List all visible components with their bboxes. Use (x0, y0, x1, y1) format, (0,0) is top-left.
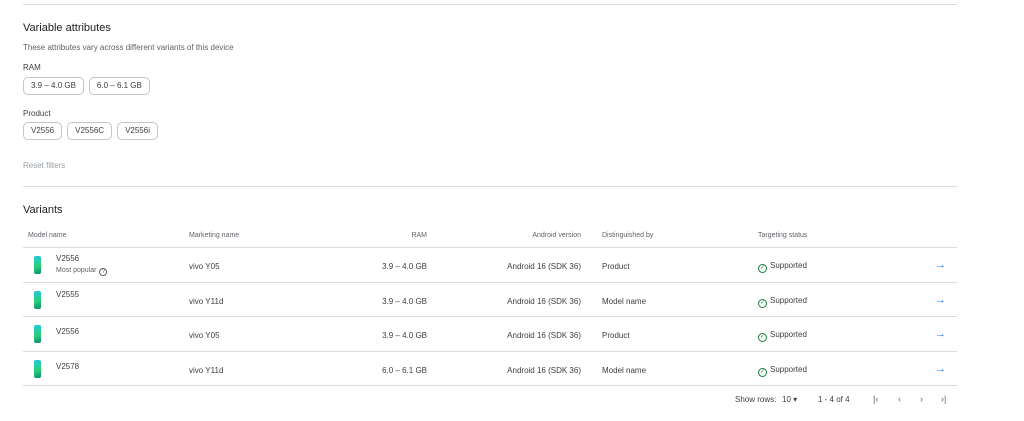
distinguished-by: Product (602, 331, 630, 340)
ram-chips: 3.9 – 4.0 GB 6.0 – 6.1 GB (23, 77, 150, 95)
table-row[interactable]: V2578 vivo Y11d 6.0 – 6.1 GB Android 16 … (23, 352, 957, 386)
column-header-model-name[interactable]: Model name (28, 232, 67, 239)
reset-filters-button[interactable]: Reset filters (23, 161, 65, 170)
chevron-down-icon: ▾ (793, 395, 798, 404)
marketing-name: vivo Y05 (189, 331, 220, 340)
marketing-name: vivo Y11d (189, 296, 224, 306)
status-text: Supported (770, 330, 807, 339)
arrow-right-icon[interactable]: → (935, 363, 946, 375)
table-row[interactable]: V2556 Most popular? vivo Y05 3.9 – 4.0 G… (23, 248, 957, 283)
phone-thumbnail (34, 256, 41, 274)
model-name: V2578 (56, 361, 80, 371)
status-text: Supported (770, 364, 807, 374)
android-version: Android 16 (SDK 36) (507, 365, 581, 375)
most-popular-label: Most popular? (56, 267, 108, 276)
table-header: Model name Marketing name RAM Android ve… (23, 226, 957, 248)
arrow-right-icon[interactable]: → (935, 328, 946, 340)
section-divider (23, 186, 957, 187)
rows-per-page-select[interactable]: 10 ▾ (782, 395, 797, 404)
previous-page-icon[interactable]: ‹ (898, 394, 901, 404)
phone-thumbnail (34, 290, 41, 309)
most-popular-text: Most popular (56, 267, 97, 274)
ram-value: 3.9 – 4.0 GB (382, 331, 427, 340)
ram-chip[interactable]: 6.0 – 6.1 GB (88, 77, 150, 95)
ram-value: 6.0 – 6.1 GB (382, 365, 427, 375)
status-text: Supported (770, 261, 807, 270)
ram-label: RAM (23, 63, 41, 72)
show-rows-label: Show rows: (735, 395, 777, 404)
arrow-right-icon[interactable]: → (935, 294, 946, 306)
check-circle-icon: ✓ (758, 333, 767, 342)
variants-title: Variants (23, 204, 63, 216)
model-name: V2555 (56, 289, 80, 299)
check-circle-icon: ✓ (758, 298, 767, 308)
android-version: Android 16 (SDK 36) (507, 331, 581, 340)
status-text: Supported (770, 295, 807, 305)
next-page-icon[interactable]: › (920, 394, 923, 404)
phone-thumbnail (34, 325, 41, 343)
product-chips: V2556 V2556C V2556i (23, 122, 158, 140)
check-circle-icon: ✓ (758, 367, 767, 377)
arrow-right-icon[interactable]: → (935, 259, 946, 271)
check-circle-icon: ✓ (758, 264, 767, 273)
product-label: Product (23, 109, 51, 118)
variable-attributes-title: Variable attributes (23, 22, 111, 34)
product-chip[interactable]: V2556 (23, 122, 63, 140)
top-divider (23, 4, 957, 5)
product-chip[interactable]: V2556i (117, 122, 158, 140)
product-chip[interactable]: V2556C (67, 122, 113, 140)
marketing-name: vivo Y11d (189, 365, 224, 375)
table-row[interactable]: V2555 vivo Y11d 3.9 – 4.0 GB Android 16 … (23, 283, 957, 317)
variants-table: Model name Marketing name RAM Android ve… (23, 226, 957, 386)
model-name: V2556 (56, 327, 80, 336)
distinguished-by: Model name (602, 365, 647, 375)
table-row[interactable]: V2556 vivo Y05 3.9 – 4.0 GB Android 16 (… (23, 317, 957, 352)
first-page-icon[interactable]: |‹ (873, 394, 878, 404)
column-header-distinguished-by[interactable]: Distinguished by (602, 232, 653, 239)
android-version: Android 16 (SDK 36) (507, 262, 581, 271)
phone-thumbnail (34, 359, 41, 378)
model-name: V2556 (56, 254, 80, 263)
marketing-name: vivo Y05 (189, 262, 220, 271)
targeting-status: ✓ Supported (758, 365, 807, 377)
android-version: Android 16 (SDK 36) (507, 296, 581, 306)
ram-value: 3.9 – 4.0 GB (382, 262, 427, 271)
ram-chip[interactable]: 3.9 – 4.0 GB (23, 77, 84, 95)
ram-value: 3.9 – 4.0 GB (382, 296, 427, 306)
column-header-ram[interactable]: RAM (411, 232, 427, 239)
distinguished-by: Product (602, 262, 630, 271)
last-page-icon[interactable]: ›| (941, 394, 946, 404)
help-icon[interactable]: ? (99, 268, 108, 276)
distinguished-by: Model name (602, 296, 647, 306)
column-header-marketing-name[interactable]: Marketing name (189, 232, 239, 239)
variable-attributes-description: These attributes vary across different v… (23, 43, 234, 52)
targeting-status: ✓ Supported (758, 261, 807, 273)
column-header-android-version[interactable]: Android version (532, 232, 581, 239)
targeting-status: ✓ Supported (758, 330, 807, 342)
column-header-targeting-status[interactable]: Targeting status (758, 232, 807, 239)
targeting-status: ✓ Supported (758, 296, 807, 308)
rows-per-page-value: 10 (782, 395, 791, 404)
page-range: 1 - 4 of 4 (818, 395, 850, 404)
